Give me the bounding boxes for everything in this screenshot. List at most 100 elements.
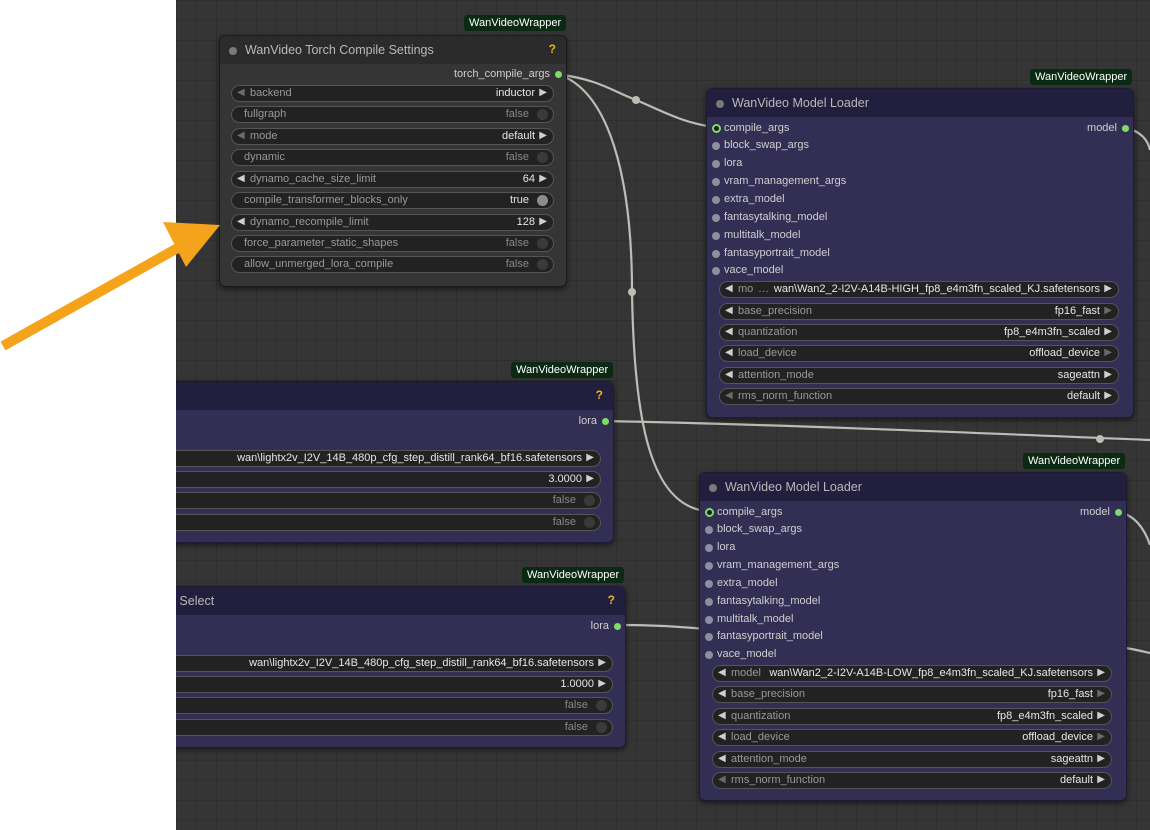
arrow-left-icon[interactable]: ◀ xyxy=(718,710,726,721)
toggle-knob xyxy=(537,238,548,249)
node-title: WanVideo Model Loader xyxy=(725,480,862,494)
combo-base-precision[interactable]: ◀ base_precision fp16_fast ▶ xyxy=(712,686,1112,703)
arrow-right-icon[interactable]: ▶ xyxy=(1104,305,1112,316)
model-loader-low-node[interactable]: WanVideo Model Loader model compile_args… xyxy=(699,472,1127,801)
output-slot-dot[interactable] xyxy=(614,623,621,630)
number-dynamo-recompile-limit[interactable]: ◀ dynamo_recompile_limit 128 ▶ xyxy=(231,214,554,231)
toggle-option-1[interactable]: false xyxy=(151,492,601,509)
arrow-left-icon[interactable]: ◀ xyxy=(718,667,726,678)
output-model[interactable]: model xyxy=(1007,122,1129,136)
output-model[interactable]: model xyxy=(1000,506,1122,520)
arrow-right-icon[interactable]: ▶ xyxy=(539,216,547,227)
toggle-option-2[interactable]: false xyxy=(151,514,601,531)
combo-rms-norm-function[interactable]: ◀ rms_norm_function default ▶ xyxy=(719,388,1119,405)
combo-mode[interactable]: ◀ mode default ▶ xyxy=(231,128,554,145)
node-title-bar[interactable]: a Select ? xyxy=(151,587,625,615)
node-title-bar[interactable]: ? xyxy=(151,382,613,410)
arrow-right-icon[interactable]: ▶ xyxy=(1104,326,1112,337)
output-slot-dot[interactable] xyxy=(555,71,562,78)
arrow-left-icon[interactable]: ◀ xyxy=(718,688,726,699)
combo-base-precision[interactable]: ◀ base_precision fp16_fast ▶ xyxy=(719,303,1119,320)
combo-rms-norm-function[interactable]: ◀ rms_norm_function default ▶ xyxy=(712,772,1112,789)
node-title-bar[interactable]: WanVideo Torch Compile Settings ? xyxy=(220,36,566,64)
combo-lora-file[interactable]: wan\lightx2v_I2V_14B_480p_cfg_step_disti… xyxy=(151,450,601,467)
toggle-knob xyxy=(537,152,548,163)
output-slot-dot[interactable] xyxy=(1122,125,1129,132)
arrow-left-icon[interactable]: ◀ xyxy=(725,347,733,358)
output-slot-dot[interactable] xyxy=(602,418,609,425)
output-torch-compile-args[interactable]: torch_compile_args xyxy=(420,68,562,82)
arrow-right-icon[interactable]: ▶ xyxy=(1097,710,1105,721)
node-title-bar[interactable]: WanVideo Model Loader xyxy=(700,473,1126,501)
combo-attention-mode[interactable]: ◀ attention_mode sageattn ▶ xyxy=(712,751,1112,768)
number-strength[interactable]: 3.0000 ▶ xyxy=(151,471,601,488)
toggle-dynamic[interactable]: dynamic false xyxy=(231,149,554,166)
combo-load-device[interactable]: ◀ load_device offload_device ▶ xyxy=(719,345,1119,362)
arrow-right-icon[interactable]: ▶ xyxy=(586,452,594,463)
node-title: WanVideo Torch Compile Settings xyxy=(245,43,434,57)
help-icon[interactable]: ? xyxy=(596,388,603,402)
arrow-right-icon[interactable]: ▶ xyxy=(1097,774,1105,785)
output-lora[interactable]: lora xyxy=(541,620,621,634)
arrow-left-icon[interactable]: ◀ xyxy=(725,305,733,316)
arrow-right-icon[interactable]: ▶ xyxy=(598,678,606,689)
arrow-right-icon[interactable]: ▶ xyxy=(539,87,547,98)
combo-model[interactable]: ◀ mo… wan\Wan2_2-I2V-A14B-HIGH_fp8_e4m3fn… xyxy=(719,281,1119,298)
combo-load-device[interactable]: ◀ load_device offload_device ▶ xyxy=(712,729,1112,746)
toggle-option-2[interactable]: false xyxy=(151,719,613,736)
lora-select-node-2[interactable]: a Select ? lora wan\lightx2v_I2V_14B_480… xyxy=(150,586,626,748)
help-icon[interactable]: ? xyxy=(549,42,556,56)
collapse-dot[interactable] xyxy=(716,100,724,108)
combo-lora-file[interactable]: wan\lightx2v_I2V_14B_480p_cfg_step_disti… xyxy=(151,655,613,672)
combo-attention-mode[interactable]: ◀ attention_mode sageattn ▶ xyxy=(719,367,1119,384)
help-icon[interactable]: ? xyxy=(608,593,615,607)
output-slot-dot[interactable] xyxy=(1115,509,1122,516)
arrow-left-icon[interactable]: ◀ xyxy=(718,774,726,785)
combo-quantization[interactable]: ◀ quantization fp8_e4m3fn_scaled ▶ xyxy=(719,324,1119,341)
model-loader-high-node[interactable]: WanVideo Model Loader model compile_args… xyxy=(706,88,1134,418)
arrow-left-icon[interactable]: ◀ xyxy=(718,753,726,764)
toggle-knob xyxy=(537,259,548,270)
toggle-option-1[interactable]: false xyxy=(151,697,613,714)
node-title-bar[interactable]: WanVideo Model Loader xyxy=(707,89,1133,117)
combo-quantization[interactable]: ◀ quantization fp8_e4m3fn_scaled ▶ xyxy=(712,708,1112,725)
toggle-knob xyxy=(596,700,607,711)
node-badge: WanVideoWrapper xyxy=(522,567,625,583)
node-badge: WanVideoWrapper xyxy=(1030,69,1133,85)
arrow-right-icon[interactable]: ▶ xyxy=(539,130,547,141)
node-title: WanVideo Model Loader xyxy=(732,96,869,110)
output-lora[interactable]: lora xyxy=(531,415,609,429)
combo-model[interactable]: ◀ model wan\Wan2_2-I2V-A14B-LOW_fp8_e4m3f… xyxy=(712,665,1112,682)
arrow-right-icon[interactable]: ▶ xyxy=(1097,753,1105,764)
arrow-right-icon[interactable]: ▶ xyxy=(586,473,594,484)
arrow-right-icon[interactable]: ▶ xyxy=(1097,731,1105,742)
node-badge: WanVideoWrapper xyxy=(464,15,567,31)
arrow-left-icon[interactable]: ◀ xyxy=(725,390,733,401)
arrow-right-icon[interactable]: ▶ xyxy=(1097,667,1105,678)
torch-compile-settings-node[interactable]: WanVideo Torch Compile Settings ? torch_… xyxy=(219,35,567,287)
arrow-right-icon[interactable]: ▶ xyxy=(1097,688,1105,699)
number-strength[interactable]: 1.0000 ▶ xyxy=(151,676,613,693)
combo-backend[interactable]: ◀ backend inductor ▶ xyxy=(231,85,554,102)
toggle-fullgraph[interactable]: fullgraph false xyxy=(231,106,554,123)
toggle-compile-transformer-blocks-only[interactable]: compile_transformer_blocks_only true xyxy=(231,192,554,209)
toggle-knob xyxy=(584,517,595,528)
arrow-left-icon[interactable]: ◀ xyxy=(725,283,733,294)
toggle-knob xyxy=(537,195,548,206)
lora-select-node-1[interactable]: ? lora wan\lightx2v_I2V_14B_480p_cfg_ste… xyxy=(150,381,614,543)
arrow-right-icon[interactable]: ▶ xyxy=(598,657,606,668)
arrow-left-icon[interactable]: ◀ xyxy=(725,326,733,337)
arrow-right-icon[interactable]: ▶ xyxy=(539,173,547,184)
arrow-right-icon[interactable]: ▶ xyxy=(1104,390,1112,401)
arrow-right-icon[interactable]: ▶ xyxy=(1104,347,1112,358)
arrow-right-icon[interactable]: ▶ xyxy=(1104,283,1112,294)
arrow-left-icon[interactable]: ◀ xyxy=(718,731,726,742)
toggle-force-parameter-static-shapes[interactable]: force_parameter_static_shapes false xyxy=(231,235,554,252)
toggle-knob xyxy=(537,109,548,120)
number-dynamo-cache-size-limit[interactable]: ◀ dynamo_cache_size_limit 64 ▶ xyxy=(231,171,554,188)
arrow-left-icon[interactable]: ◀ xyxy=(725,369,733,380)
toggle-allow-unmerged-lora-compile[interactable]: allow_unmerged_lora_compile false xyxy=(231,256,554,273)
toggle-knob xyxy=(584,495,595,506)
arrow-right-icon[interactable]: ▶ xyxy=(1104,369,1112,380)
collapse-dot[interactable] xyxy=(709,484,717,492)
